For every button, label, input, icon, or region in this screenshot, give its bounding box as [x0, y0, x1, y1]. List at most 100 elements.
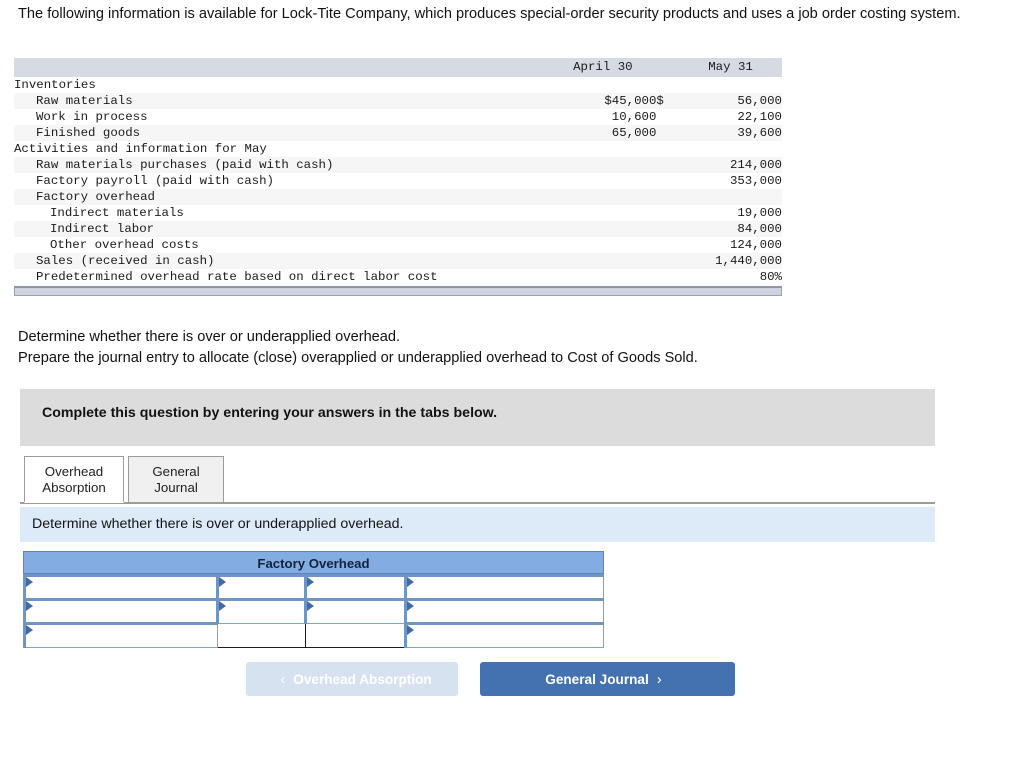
- t-account-input[interactable]: [35, 627, 214, 645]
- table-cell-may-31: 22,100: [679, 109, 782, 125]
- table-row-label: Activities and information for May: [14, 141, 550, 157]
- table-cell-april-30: [549, 269, 657, 285]
- t-account-input[interactable]: [315, 579, 402, 596]
- tab-general-journal[interactable]: General Journal: [128, 456, 224, 503]
- table-row-label: Predetermined overhead rate based on dir…: [14, 269, 550, 285]
- t-account-input[interactable]: [227, 603, 301, 621]
- table-row-label: Factory overhead: [14, 189, 550, 205]
- table-cell-currency-symbol: [656, 189, 680, 205]
- table-cell-april-30: 65,000: [549, 125, 657, 141]
- tab-overhead-absorption-line1: Overhead: [44, 464, 104, 479]
- tab-general-journal-line2: Journal: [154, 480, 198, 495]
- table-row: Factory payroll (paid with cash) 353,000: [14, 173, 782, 189]
- t-account-input[interactable]: [226, 626, 302, 645]
- cell-marker-triangle-icon: [407, 625, 415, 635]
- t-account-input[interactable]: [416, 579, 600, 596]
- t-account-cell[interactable]: [404, 574, 604, 600]
- next-general-journal-button[interactable]: General Journal ›: [480, 662, 735, 696]
- t-account-cell[interactable]: [216, 623, 306, 648]
- t-account-input[interactable]: [314, 626, 402, 645]
- factory-overhead-t-account: Factory Overhead: [23, 551, 604, 648]
- table-cell-may-31: [679, 77, 782, 93]
- table-row: Factory overhead: [14, 189, 782, 205]
- requirement-line-2: Prepare the journal entry to allocate (c…: [18, 350, 698, 366]
- t-account-row: [23, 622, 604, 648]
- table-row: Inventories: [14, 77, 782, 93]
- requirements-block: Determine whether there is over or under…: [18, 327, 978, 369]
- t-account-input[interactable]: [35, 579, 213, 596]
- table-row-label: Inventories: [14, 77, 550, 93]
- prev-button-label: Overhead Absorption: [293, 671, 432, 687]
- prev-overhead-absorption-button[interactable]: ‹ Overhead Absorption: [246, 662, 458, 696]
- table-cell-currency-symbol: [656, 109, 680, 125]
- table-cell-may-31: [679, 141, 782, 157]
- t-account-cell[interactable]: [215, 598, 306, 624]
- complete-question-banner-text: Complete this question by entering your …: [42, 405, 498, 421]
- table-cell-may-31: 80%: [679, 269, 782, 285]
- table-cell-may-31: 84,000: [679, 221, 782, 237]
- table-row: Raw materials purchases (paid with cash)…: [14, 157, 782, 173]
- table-row-label: Other overhead costs: [14, 237, 550, 253]
- table-cell-april-30: [549, 157, 657, 173]
- table-row-label: Work in process: [14, 109, 550, 125]
- table-row-label: Factory payroll (paid with cash): [14, 173, 550, 189]
- table-cell-currency-symbol: [656, 77, 680, 93]
- data-table-header-row: April 30 May 31: [14, 58, 782, 77]
- table-cell-currency-symbol: [656, 125, 680, 141]
- table-row-label: Finished goods: [14, 125, 550, 141]
- table-row: Indirect materials 19,000: [14, 205, 782, 221]
- table-cell-currency-symbol: $: [656, 93, 680, 109]
- t-account-input[interactable]: [35, 603, 213, 620]
- table-row: Sales (received in cash) 1,440,000: [14, 253, 782, 269]
- table-cell-may-31: 214,000: [679, 157, 782, 173]
- tab-overhead-absorption[interactable]: Overhead Absorption: [24, 456, 124, 503]
- table-cell-currency-symbol: [656, 221, 680, 237]
- t-account-cell[interactable]: [23, 574, 218, 600]
- table-row: Activities and information for May: [14, 141, 782, 157]
- table-cell-april-30: [549, 237, 657, 253]
- cell-marker-triangle-icon: [26, 601, 33, 611]
- t-account-cell[interactable]: [23, 598, 218, 624]
- t-account-cell[interactable]: [304, 623, 407, 648]
- table-row: Other overhead costs 124,000: [14, 237, 782, 253]
- table-row-label: Indirect labor: [14, 221, 550, 237]
- table-cell-april-30: [549, 205, 657, 221]
- chevron-left-icon: ‹: [280, 670, 286, 688]
- table-cell-may-31: 39,600: [679, 125, 782, 141]
- t-account-cell[interactable]: [215, 574, 306, 600]
- table-row: Finished goods 65,000 39,600: [14, 125, 782, 141]
- t-account-cell[interactable]: [303, 598, 407, 624]
- table-cell-may-31: 19,000: [679, 205, 782, 221]
- table-cell-april-30: [549, 221, 657, 237]
- cell-marker-triangle-icon: [26, 625, 33, 635]
- table-row: Work in process 10,600 22,100: [14, 109, 782, 125]
- t-account-input[interactable]: [416, 627, 600, 645]
- data-table-body: Inventories Raw materials $45,000 $56,000 Wo…: [14, 77, 782, 285]
- t-account-cell[interactable]: [404, 622, 604, 648]
- t-account-cell[interactable]: [23, 622, 218, 648]
- table-cell-currency-symbol: [656, 269, 680, 285]
- column-header-may-31: May 31: [679, 58, 782, 77]
- table-row: Predetermined overhead rate based on dir…: [14, 269, 782, 285]
- table-row: Indirect labor 84,000: [14, 221, 782, 237]
- table-cell-may-31: [679, 189, 782, 205]
- cell-marker-triangle-icon: [218, 577, 226, 587]
- t-account-input[interactable]: [315, 603, 402, 621]
- t-account-input[interactable]: [227, 579, 301, 596]
- t-account-cell[interactable]: [404, 598, 604, 624]
- table-cell-april-30: [549, 189, 657, 205]
- complete-question-banner: Complete this question by entering your …: [20, 389, 935, 446]
- t-account-cell[interactable]: [303, 574, 407, 600]
- tab-strip: Overhead Absorption General Journal: [20, 456, 935, 504]
- table-cell-currency-symbol: [656, 205, 680, 221]
- table-row-label: Indirect materials: [14, 205, 550, 221]
- table-cell-april-30: 10,600: [549, 109, 657, 125]
- t-account-row: [23, 574, 604, 600]
- column-header-blank: [14, 58, 550, 77]
- t-account-input[interactable]: [416, 603, 600, 620]
- tab-overhead-absorption-line2: Absorption: [42, 480, 106, 495]
- data-table: April 30 May 31 Inventories Raw materials…: [14, 58, 782, 285]
- table-row-label: Raw materials purchases (paid with cash): [14, 157, 550, 173]
- data-table-footer-bar: [14, 286, 782, 296]
- table-cell-currency-symbol: [656, 237, 680, 253]
